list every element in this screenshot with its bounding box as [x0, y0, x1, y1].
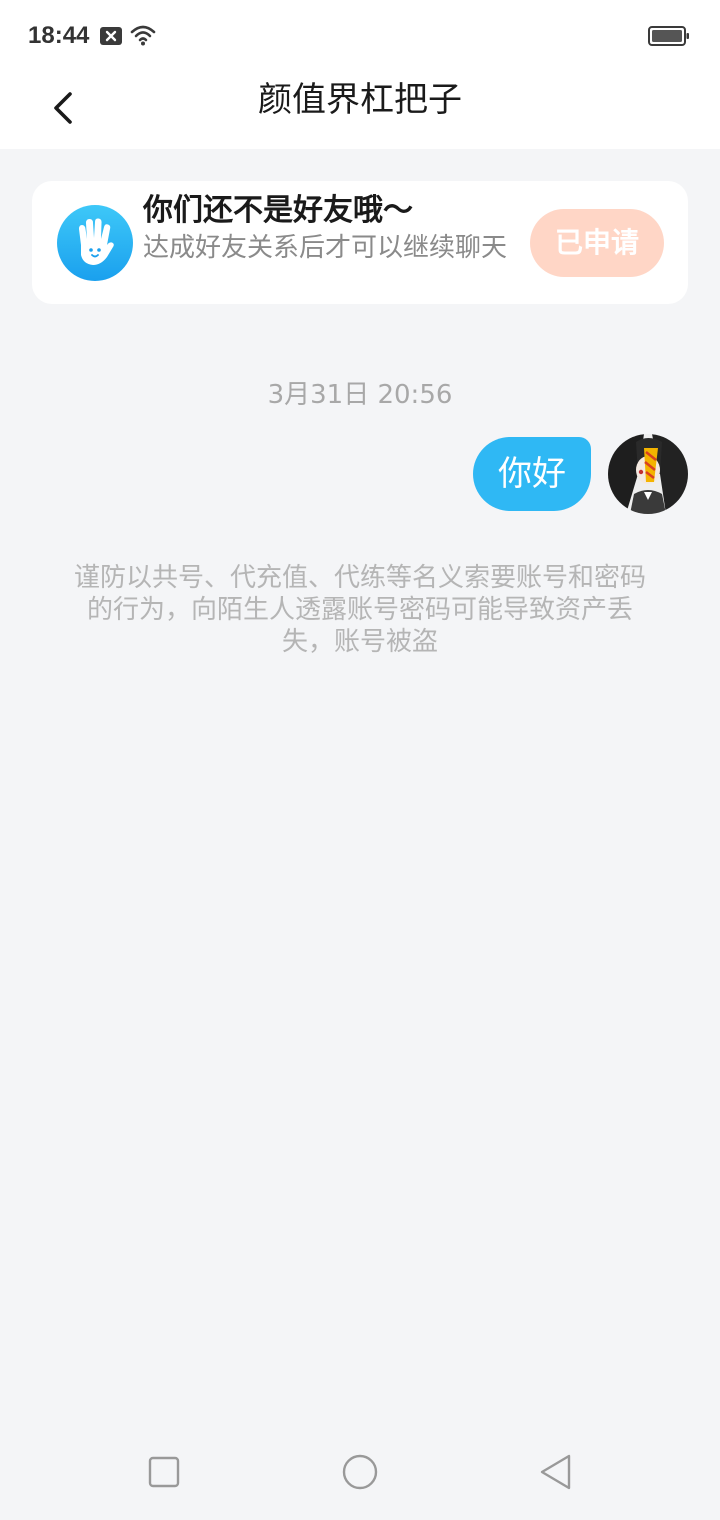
battery-icon: [648, 25, 690, 51]
status-bar: 18:44: [0, 0, 720, 72]
title-bar: 颜值界杠把子: [0, 72, 720, 149]
page-title: 颜值界杠把子: [258, 80, 462, 120]
avatar[interactable]: [608, 434, 688, 518]
message-timestamp: 3月31日 20:56: [267, 380, 453, 410]
notice-description: 达成好友关系后才可以继续聊天: [143, 233, 508, 263]
status-time: 18:44: [28, 22, 90, 49]
message-bubble[interactable]: 你好: [473, 437, 591, 511]
notice-title: 你们还不是好友哦～: [143, 193, 413, 228]
recent-apps-button[interactable]: [146, 1454, 182, 1494]
friend-notice-card: 你们还不是好友哦～ 达成好友关系后才可以继续聊天 已申请: [32, 181, 688, 304]
home-button[interactable]: [340, 1454, 380, 1498]
system-nav-bar: [0, 1428, 720, 1520]
security-warning: 谨防以共号、代充值、代练等名义索要账号和密码的行为，向陌生人透露账号密码可能导致…: [73, 563, 646, 657]
hand-wave-icon: [57, 205, 133, 285]
triangle-back-icon: [540, 1454, 571, 1490]
applied-button[interactable]: 已申请: [530, 209, 664, 277]
circle-icon: [342, 1454, 378, 1490]
square-icon: [148, 1456, 180, 1488]
notification-close-icon: [100, 27, 122, 45]
wifi-icon: [130, 24, 156, 50]
back-nav-button[interactable]: [538, 1454, 574, 1498]
